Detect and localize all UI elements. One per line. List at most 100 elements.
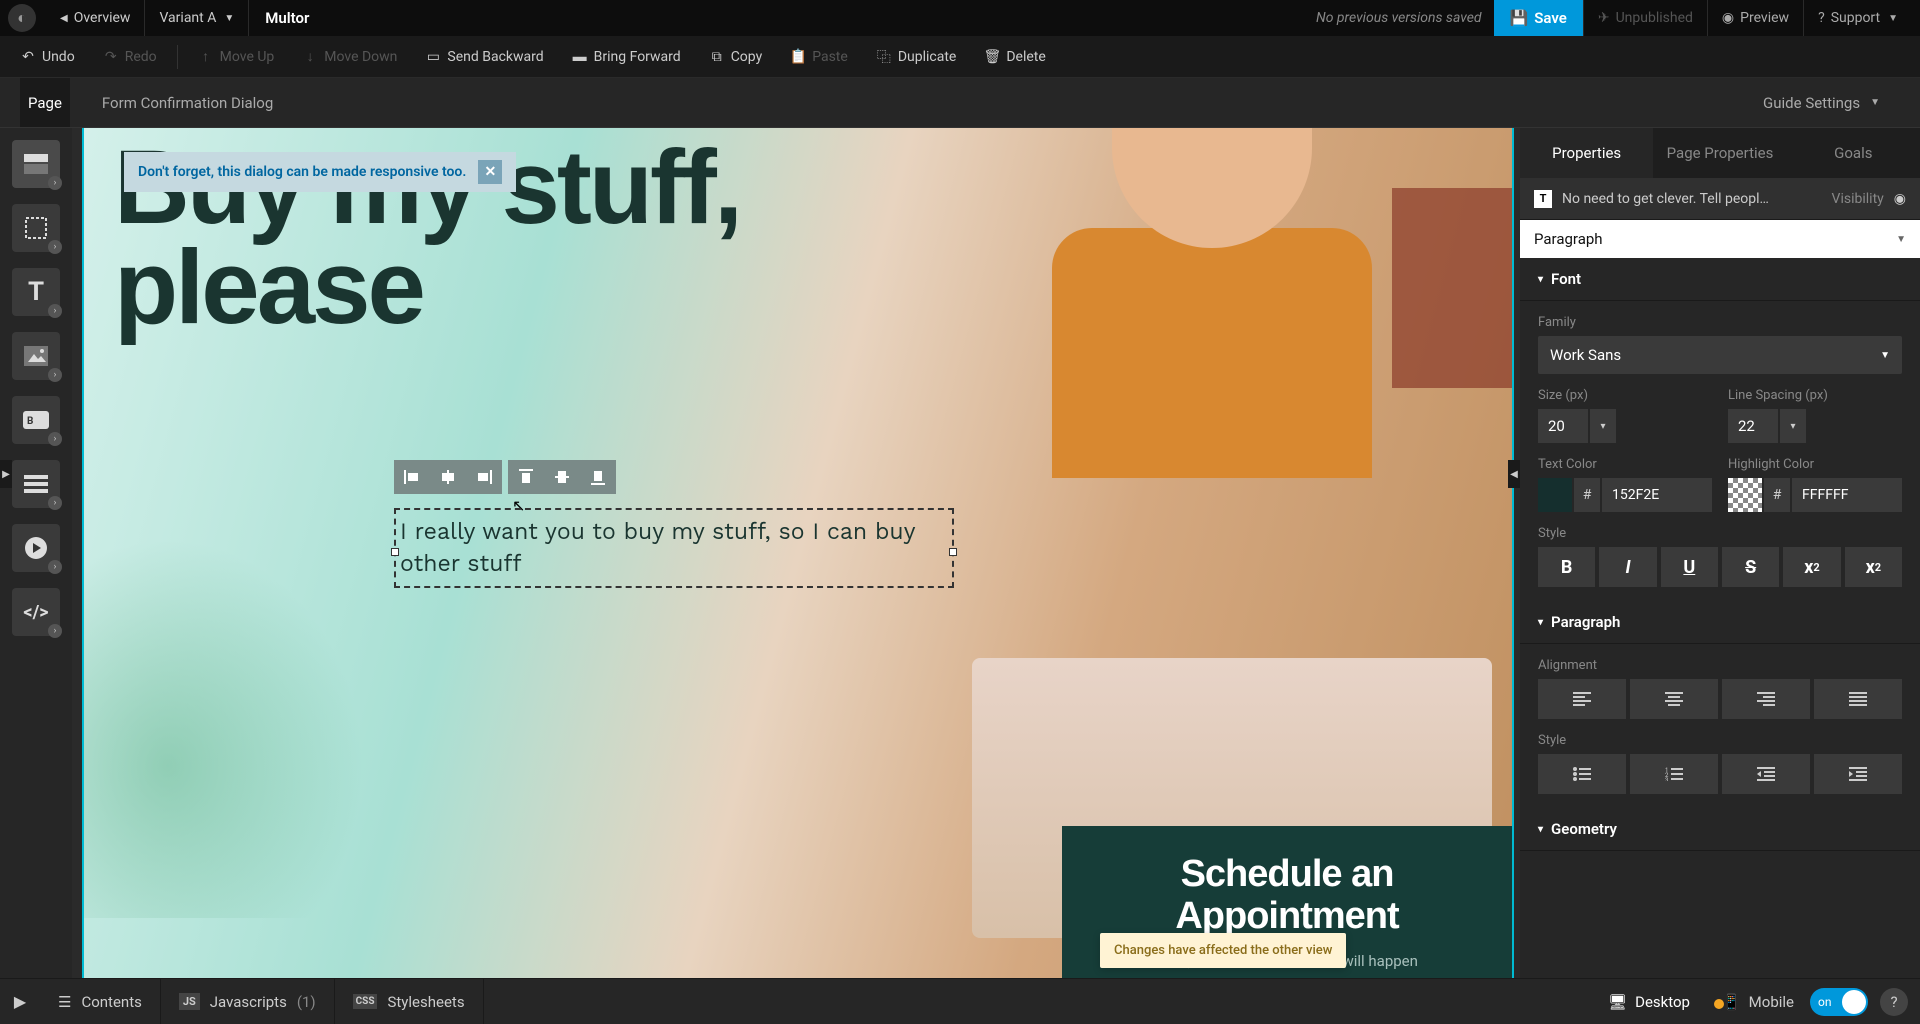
- selected-element-row: T No need to get clever. Tell peopl… Vis…: [1520, 178, 1920, 220]
- highlight-color-swatch[interactable]: [1728, 478, 1762, 512]
- tool-form[interactable]: ›: [12, 460, 60, 508]
- tab-properties[interactable]: Properties: [1520, 128, 1653, 178]
- list-bullets[interactable]: [1538, 754, 1626, 794]
- align-left-button[interactable]: [394, 460, 430, 494]
- section-geometry-header[interactable]: ▾Geometry: [1520, 808, 1920, 851]
- highlight-color-input[interactable]: FFFFFF: [1792, 478, 1902, 512]
- guide-settings-dropdown[interactable]: Guide Settings▼: [1763, 94, 1900, 112]
- mobile-changes-indicator: [1712, 997, 1726, 1011]
- tab-page[interactable]: Page: [20, 78, 70, 127]
- text-color-swatch[interactable]: [1538, 478, 1572, 512]
- subscript-button[interactable]: x2: [1845, 547, 1902, 587]
- list-numbered[interactable]: 123: [1630, 754, 1718, 794]
- text-color-input[interactable]: 152F2E: [1602, 478, 1712, 512]
- font-size-stepper[interactable]: ▾: [1590, 409, 1616, 443]
- align-middle-button[interactable]: [544, 460, 580, 494]
- strike-button[interactable]: S: [1722, 547, 1779, 587]
- tool-custom-html[interactable]: </>›: [12, 588, 60, 636]
- variant-dropdown[interactable]: Variant A▼: [145, 0, 249, 36]
- duplicate-icon: ⿻: [876, 49, 892, 65]
- delete-button[interactable]: 🗑Delete: [972, 39, 1057, 75]
- selected-element-name: No need to get clever. Tell peopl…: [1562, 191, 1822, 207]
- contents-panel-button[interactable]: ☰Contents: [40, 979, 161, 1024]
- superscript-button[interactable]: x2: [1783, 547, 1840, 587]
- actionbar: ↶Undo ↷Redo ↑Move Up ↓Move Down ▭Send Ba…: [0, 36, 1920, 78]
- hash-label: #: [1574, 478, 1600, 512]
- tool-config-icon: ›: [48, 368, 62, 382]
- resize-handle-left[interactable]: [391, 548, 399, 556]
- help-button[interactable]: ?: [1880, 988, 1908, 1016]
- copy-button[interactable]: ⧉Copy: [697, 39, 775, 75]
- align-top-button[interactable]: [508, 460, 544, 494]
- underline-button[interactable]: U: [1661, 547, 1718, 587]
- move-up-button[interactable]: ↑Move Up: [186, 39, 287, 75]
- selected-paragraph[interactable]: I really want you to buy my stuff, so I …: [394, 508, 954, 588]
- text-align-right[interactable]: [1722, 679, 1810, 719]
- align-center-button[interactable]: [430, 460, 466, 494]
- text-element-icon: T: [1534, 190, 1552, 208]
- redo-icon: ↷: [103, 49, 119, 65]
- notice-close-button[interactable]: ✕: [478, 160, 502, 184]
- app-logo[interactable]: ◐: [8, 4, 36, 32]
- text-align-justify[interactable]: [1814, 679, 1902, 719]
- tool-text[interactable]: T›: [12, 268, 60, 316]
- element-type-dropdown[interactable]: Paragraph▼: [1520, 220, 1920, 258]
- svg-text:B: B: [27, 416, 33, 427]
- overview-link[interactable]: ◀Overview: [44, 0, 145, 36]
- canvas-wrapper: Buy my stuff, please Don't forget, this …: [72, 128, 1520, 978]
- resize-handle-right[interactable]: [949, 548, 957, 556]
- font-family-dropdown[interactable]: Work Sans▼: [1538, 336, 1902, 374]
- tab-page-properties[interactable]: Page Properties: [1653, 128, 1786, 178]
- mobile-toggle[interactable]: on: [1810, 988, 1868, 1016]
- support-dropdown[interactable]: ?Support▼: [1803, 0, 1912, 36]
- unpublished-button[interactable]: ✈Unpublished: [1583, 0, 1707, 36]
- undo-icon: ↶: [20, 49, 36, 65]
- indent-decrease[interactable]: [1722, 754, 1810, 794]
- tab-form-confirmation[interactable]: Form Confirmation Dialog: [94, 78, 281, 127]
- responsive-notice: Don't forget, this dialog can be made re…: [124, 152, 516, 192]
- list-icon: ☰: [58, 993, 71, 1011]
- font-size-input[interactable]: 20: [1538, 409, 1588, 443]
- bring-forward-button[interactable]: ▬Bring Forward: [560, 39, 693, 75]
- text-align-left[interactable]: [1538, 679, 1626, 719]
- collapse-right-panel[interactable]: ◀: [1508, 460, 1520, 488]
- desktop-view-button[interactable]: 🖥Desktop: [1592, 993, 1706, 1011]
- bold-button[interactable]: B: [1538, 547, 1595, 587]
- highlight-color-label: Highlight Color: [1728, 457, 1902, 472]
- javascripts-panel-button[interactable]: JSJavascripts (1): [161, 979, 335, 1024]
- align-right-button[interactable]: [466, 460, 502, 494]
- tool-section[interactable]: ›: [12, 140, 60, 188]
- visibility-link[interactable]: Visibility: [1832, 191, 1884, 207]
- section-font-header[interactable]: ▾Font: [1520, 258, 1920, 301]
- visibility-eye-icon[interactable]: ◉: [1894, 191, 1906, 207]
- expand-bottom-panel[interactable]: ▶: [0, 992, 40, 1011]
- send-backward-button[interactable]: ▭Send Backward: [413, 39, 555, 75]
- paste-button[interactable]: 📋Paste: [778, 39, 860, 75]
- move-down-button[interactable]: ↓Move Down: [290, 39, 409, 75]
- schedule-title: Schedule an Appointment: [1082, 854, 1492, 938]
- tool-video[interactable]: ›: [12, 524, 60, 572]
- collapse-left-panel[interactable]: ▶: [0, 460, 12, 488]
- tool-config-icon: ›: [48, 240, 62, 254]
- paste-icon: 📋: [790, 49, 806, 65]
- tool-button[interactable]: B›: [12, 396, 60, 444]
- line-spacing-stepper[interactable]: ▾: [1780, 409, 1806, 443]
- mobile-view-button[interactable]: 📱Mobile: [1706, 993, 1810, 1011]
- tool-box[interactable]: ›: [12, 204, 60, 252]
- redo-button[interactable]: ↷Redo: [91, 39, 169, 75]
- indent-increase[interactable]: [1814, 754, 1902, 794]
- text-align-center[interactable]: [1630, 679, 1718, 719]
- stylesheets-panel-button[interactable]: CSSStylesheets: [335, 979, 484, 1024]
- line-spacing-input[interactable]: 22: [1728, 409, 1778, 443]
- canvas[interactable]: Buy my stuff, please Don't forget, this …: [84, 128, 1512, 978]
- section-paragraph-header[interactable]: ▾Paragraph: [1520, 601, 1920, 644]
- tool-image[interactable]: ›: [12, 332, 60, 380]
- save-button[interactable]: 💾Save: [1494, 0, 1583, 36]
- italic-button[interactable]: I: [1599, 547, 1656, 587]
- undo-button[interactable]: ↶Undo: [8, 39, 87, 75]
- hash-label: #: [1764, 478, 1790, 512]
- duplicate-button[interactable]: ⿻Duplicate: [864, 39, 969, 75]
- align-bottom-button[interactable]: [580, 460, 616, 494]
- preview-button[interactable]: ◉Preview: [1707, 0, 1803, 36]
- tab-goals[interactable]: Goals: [1787, 128, 1920, 178]
